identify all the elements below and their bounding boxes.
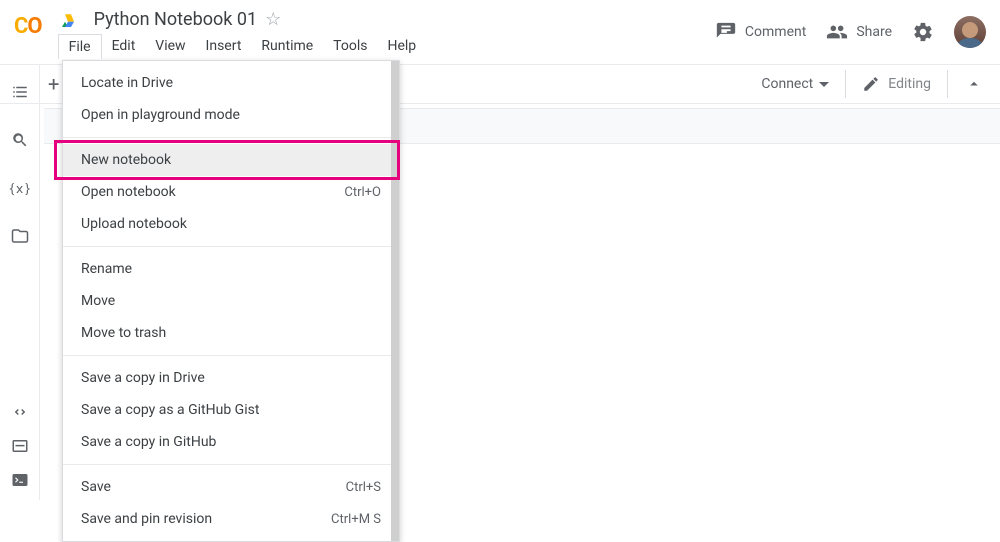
menu-runtime[interactable]: Runtime [251,34,323,59]
file-menu-item-label: Open notebook [81,184,176,200]
file-menu-item-label: Save a copy as a GitHub Gist [81,402,259,418]
title-block: Python Notebook 01 ☆ File Edit View Inse… [58,8,715,59]
document-title[interactable]: Python Notebook 01 [94,9,257,30]
menu-file[interactable]: File [58,34,102,59]
files-icon[interactable] [10,226,30,246]
file-menu-shortcut: Ctrl+S [346,480,381,495]
collapse-header-button[interactable] [964,74,984,94]
connect-button[interactable]: Connect [761,76,829,92]
connect-label: Connect [761,76,813,92]
file-menu-item-label: Save [81,479,111,495]
file-menu-item[interactable]: Save and pin revision Ctrl+M S [63,503,399,535]
menu-view[interactable]: View [145,34,195,59]
code-snippets-icon[interactable] [10,402,30,422]
star-icon[interactable]: ☆ [265,9,281,30]
file-menu-item[interactable]: Locate in Drive [63,67,399,99]
file-menu-item-label: New notebook [81,152,171,168]
pencil-icon [862,75,880,93]
share-icon [826,21,848,43]
file-menu-item-label: Move to trash [81,325,166,341]
share-label: Share [856,24,892,40]
drive-icon [58,12,78,30]
header-actions: Comment Share [715,16,986,48]
editing-mode-button[interactable]: Editing [862,75,931,93]
menu-insert[interactable]: Insert [196,34,252,59]
share-button[interactable]: Share [826,21,892,43]
search-icon[interactable] [10,130,30,150]
variables-icon[interactable]: {x} [10,178,30,198]
sidebar-bottom [0,402,40,490]
colab-logo: CO [14,14,42,39]
terminal-icon[interactable] [10,470,30,490]
toc-icon[interactable] [10,82,30,102]
comment-icon [715,21,737,43]
file-menu-item-label: Save a copy in Drive [81,370,205,386]
command-palette-icon[interactable] [10,436,30,456]
divider [845,70,846,98]
chevron-down-icon [819,82,829,87]
file-menu-shortcut: Ctrl+M S [331,512,381,527]
menu-separator [63,246,399,247]
settings-button[interactable] [912,21,934,43]
menu-separator [63,355,399,356]
file-menu-item-label: Upload notebook [81,216,187,232]
file-menu-item-label: Move [81,293,115,309]
file-menu-item-label: Open in playground mode [81,107,240,123]
file-menu-dropdown: Locate in Drive Open in playground mode Ne… [62,60,400,542]
file-menu-item[interactable]: Open in playground mode [63,99,399,131]
file-menu-item[interactable]: Save a copy as a GitHub Gist [63,394,399,426]
file-menu-item-label: Save a copy in GitHub [81,434,216,450]
file-menu-item[interactable]: Upload notebook [63,208,399,240]
header: CO Python Notebook 01 ☆ File Edit View I… [0,0,1000,64]
menu-help[interactable]: Help [377,34,426,59]
menu-tools[interactable]: Tools [323,34,377,59]
chevron-up-icon [965,75,983,93]
file-menu-item[interactable]: Save a copy in Drive [63,362,399,394]
file-menu-item[interactable]: Save a copy in GitHub [63,426,399,458]
file-menu-item[interactable]: Save Ctrl+S [63,471,399,503]
menubar: File Edit View Insert Runtime Tools Help [58,34,715,59]
file-menu-item-label: Rename [81,261,132,277]
file-menu-item[interactable]: Rename [63,253,399,285]
user-avatar[interactable] [954,16,986,48]
file-menu-shortcut: Ctrl+O [344,185,381,200]
gear-icon [912,21,934,43]
menu-scrollbar[interactable] [391,61,399,541]
file-menu-item[interactable]: Open notebook Ctrl+O [63,176,399,208]
file-menu-item-label: Save and pin revision [81,511,212,527]
comment-button[interactable]: Comment [715,21,806,43]
menu-separator [63,464,399,465]
file-menu-item-label: Locate in Drive [81,75,173,91]
comment-label: Comment [745,24,806,40]
editing-label: Editing [888,76,931,92]
menu-separator [63,137,399,138]
file-menu-item[interactable]: New notebook [63,144,399,176]
divider [947,70,948,98]
menu-edit[interactable]: Edit [102,34,146,59]
file-menu-item[interactable]: Move [63,285,399,317]
insert-cell-button[interactable]: + [48,72,59,96]
file-menu-item[interactable]: Move to trash [63,317,399,349]
